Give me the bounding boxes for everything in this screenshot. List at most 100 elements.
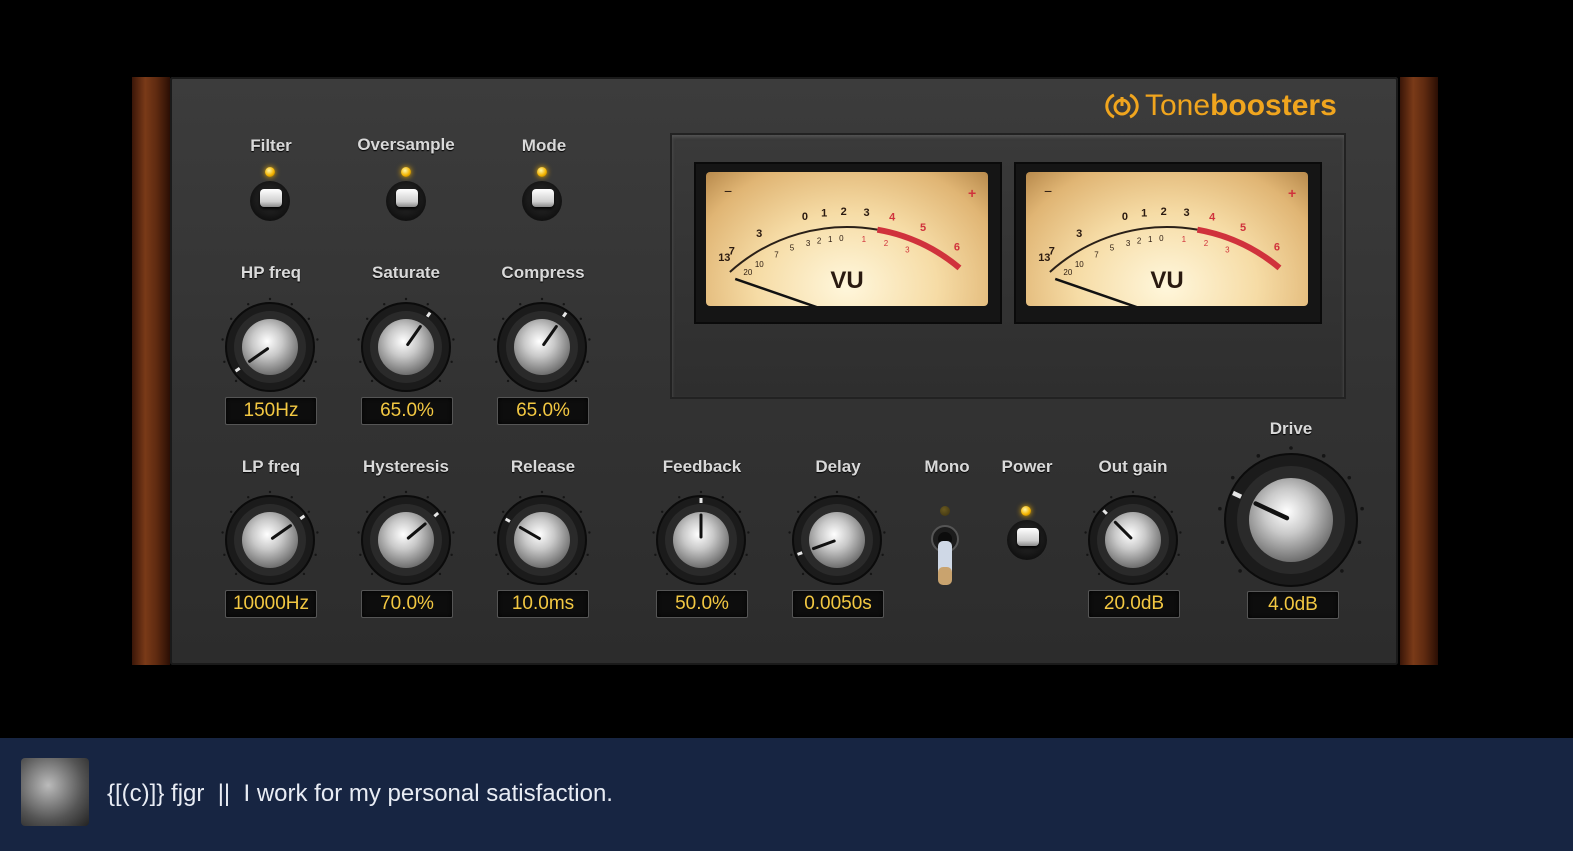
vu-scale-sublabel: 1: [1148, 235, 1153, 244]
vu-scale-sublabel: 5: [790, 244, 795, 253]
knob-tick: [1340, 569, 1344, 573]
vu-scale-sublabel: 1: [862, 235, 867, 244]
knob-tick: [1321, 454, 1326, 458]
mono-bat-switch[interactable]: [930, 523, 960, 587]
saturate-knob[interactable]: [356, 297, 456, 397]
filter-switch[interactable]: [250, 181, 290, 221]
left-wood-panel: [132, 77, 170, 665]
vu-scale-label: 6: [954, 242, 960, 254]
knob-tick: [1218, 506, 1222, 511]
brand-logo: Tone boosters: [1105, 89, 1337, 123]
vu-minus-sign: −: [724, 183, 732, 199]
feedback-label: Feedback: [662, 457, 742, 476]
vu-scale-arc: [729, 226, 878, 273]
knob-tick: [314, 553, 317, 557]
vu-scale-label: 4: [889, 212, 896, 224]
power-led: [1021, 506, 1031, 516]
knob-tick: [290, 303, 293, 306]
knob-tick: [881, 553, 884, 557]
knob-tick: [495, 360, 498, 364]
vu-scale-label: 3: [1183, 207, 1189, 219]
knob-tick: [1289, 446, 1293, 450]
knob-tick: [290, 496, 293, 499]
vu-scale-label: 6: [1274, 242, 1280, 254]
right-wood-panel: [1400, 77, 1438, 665]
out-gain-knob[interactable]: [1083, 490, 1183, 590]
knob-tick: [359, 360, 362, 364]
knob-tick: [1238, 569, 1242, 573]
knob-tick: [426, 496, 429, 499]
compress-label: Compress: [501, 263, 585, 282]
hp-freq-knob[interactable]: [220, 297, 320, 397]
lp-freq-display: 10000Hz: [225, 590, 317, 618]
feedback-knob[interactable]: [651, 490, 751, 590]
knob-tick: [247, 496, 250, 499]
vu-scale-sublabel: 20: [1063, 268, 1072, 277]
release-knob[interactable]: [492, 490, 592, 590]
knob-tick: [562, 303, 565, 306]
vu-minus-sign: −: [1044, 183, 1052, 199]
lp-freq-knob[interactable]: [220, 490, 320, 590]
brand-name-bold: boosters: [1210, 89, 1337, 122]
vu-scale-sublabel: 1: [1182, 235, 1187, 244]
knob-tick: [1220, 540, 1225, 545]
knob-tick: [404, 297, 408, 301]
knob-tick: [506, 379, 510, 383]
knob-tick: [654, 553, 657, 557]
footer-bar: {[(c)]} fjgr || I work for my personal s…: [0, 738, 1573, 851]
saturate-label: Saturate: [371, 263, 441, 282]
knob-tick: [268, 297, 272, 301]
vu-scale-label: 1: [1141, 207, 1147, 219]
knob-tick: [788, 531, 791, 534]
knob-cap: [1105, 512, 1161, 568]
knob-cap: [378, 512, 434, 568]
knob-tick: [221, 531, 224, 534]
mode-switch[interactable]: [522, 181, 562, 221]
compress-knob[interactable]: [492, 297, 592, 397]
knob-graphic: [221, 297, 319, 392]
knob-tick: [383, 496, 386, 499]
knob-tick: [247, 303, 250, 306]
mode-label: Mode: [521, 136, 567, 155]
vu-scale-sublabel: 10: [755, 260, 764, 269]
knob-tick: [314, 360, 317, 364]
knob-tick: [519, 496, 522, 499]
vu-face-right: 13 7 3 0 1 2 3 4 5 6 20 10 7 5 3 2 1 0 1 2 3− + VU: [1026, 172, 1308, 312]
knob-tick: [493, 338, 496, 341]
knob-tick: [1170, 510, 1174, 513]
drive-knob[interactable]: [1216, 445, 1366, 595]
hp-freq-label: HP freq: [240, 263, 302, 282]
power-switch[interactable]: [1007, 520, 1047, 560]
knob-tick: [721, 496, 724, 499]
knob-tick: [1165, 572, 1169, 576]
oversample-led: [401, 167, 411, 177]
delay-knob[interactable]: [787, 490, 887, 590]
knob-tick: [223, 360, 226, 364]
plugin-panel: Tone boosters Filter Oversample Mode HP f…: [170, 77, 1398, 665]
knob-tick: [857, 496, 860, 499]
avatar[interactable]: [21, 758, 89, 826]
knob-tick: [359, 553, 362, 557]
knob-tick: [588, 531, 591, 534]
knob-tick: [426, 303, 429, 306]
knob-graphic: [357, 297, 455, 392]
knob-tick: [874, 510, 878, 513]
oversample-switch[interactable]: [386, 181, 426, 221]
vu-scale-label: 4: [1209, 212, 1216, 224]
vu-scale-sublabel: 0: [839, 234, 844, 243]
knob-cap: [514, 512, 570, 568]
hysteresis-knob[interactable]: [356, 490, 456, 590]
knob-tick: [357, 531, 360, 534]
brand-name-light: Tone: [1145, 89, 1211, 122]
knob-tick: [229, 510, 233, 513]
knob-tick: [493, 531, 496, 534]
knob-tick: [588, 338, 591, 341]
knob-tick: [665, 572, 669, 576]
vu-scale-sublabel: 5: [1110, 244, 1115, 253]
knob-tick: [660, 510, 664, 513]
knob-tick: [1179, 531, 1182, 534]
knob-cap: [1249, 478, 1333, 562]
knob-tick: [404, 490, 408, 494]
knob-tick: [316, 338, 319, 341]
release-display: 10.0ms: [497, 590, 589, 618]
